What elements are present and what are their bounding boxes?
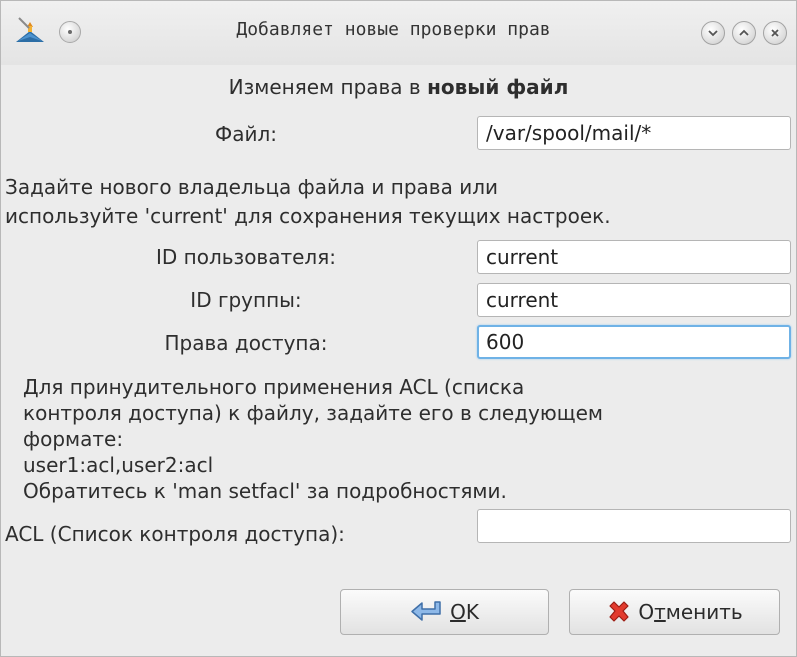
title-bar[interactable]: Добавляет новые проверки прав	[1, 1, 796, 65]
user-id-label: ID пользователя:	[156, 245, 336, 269]
acl-label: ACL (Список контроля доступа):	[5, 522, 345, 546]
ok-label-rest: K	[465, 600, 479, 624]
owner-hint-line1: Задайте нового владельца файла и права и…	[5, 175, 498, 199]
dialog-window: Добавляет новые проверки прав Изменяем п…	[0, 0, 797, 657]
cancel-label-first: О	[638, 600, 655, 624]
app-hat-icon[interactable]	[13, 15, 47, 49]
acl-hint-line: user1:acl,user2:acl	[23, 453, 214, 477]
permissions-field[interactable]: 600	[477, 325, 791, 359]
minimize-button[interactable]	[701, 21, 725, 45]
user-id-field[interactable]: current	[477, 240, 791, 274]
chevron-down-icon	[708, 30, 718, 37]
group-id-field[interactable]: current	[477, 283, 791, 317]
window-menu-icon[interactable]	[59, 21, 81, 43]
ok-mnemonic: O	[450, 600, 466, 624]
window-title: Добавляет новые проверки прав	[236, 19, 551, 40]
acl-hint: Для принудительного применения ACL (спис…	[23, 374, 603, 504]
file-label: Файл:	[215, 122, 277, 146]
group-id-label: ID группы:	[190, 288, 302, 312]
permissions-label: Права доступа:	[164, 331, 328, 355]
close-button[interactable]	[763, 21, 787, 45]
cancel-label: Отменить	[638, 600, 742, 624]
file-field[interactable]: /var/spool/mail/*	[477, 116, 791, 150]
ok-label: OK	[450, 600, 479, 624]
ok-button[interactable]: OK	[340, 589, 549, 635]
cancel-label-rest: менить	[665, 600, 743, 624]
chevron-up-icon	[739, 29, 749, 36]
close-icon	[771, 29, 779, 37]
enter-arrow-icon	[411, 601, 441, 621]
red-x-icon	[609, 601, 629, 622]
acl-hint-line: Обратитесь к 'man setfacl' за подробност…	[23, 479, 507, 503]
acl-hint-line: формате:	[23, 427, 124, 451]
maximize-button[interactable]	[732, 21, 756, 45]
heading-filename: новый файл	[427, 75, 569, 99]
acl-hint-line: контроля доступа) к файлу, задайте его в…	[23, 401, 603, 425]
acl-field[interactable]	[477, 509, 791, 543]
owner-hint-line2: используйте 'current' для сохранения тек…	[5, 204, 611, 228]
acl-hint-line: Для принудительного применения ACL (спис…	[23, 375, 525, 399]
heading-prefix: Изменяем права в	[228, 75, 421, 99]
dialog-heading: Изменяем права в новый файл	[1, 74, 796, 100]
cancel-button[interactable]: Отменить	[569, 589, 780, 635]
cancel-mnemonic: т	[654, 600, 666, 624]
owner-hint: Задайте нового владельца файла и права и…	[5, 173, 611, 231]
